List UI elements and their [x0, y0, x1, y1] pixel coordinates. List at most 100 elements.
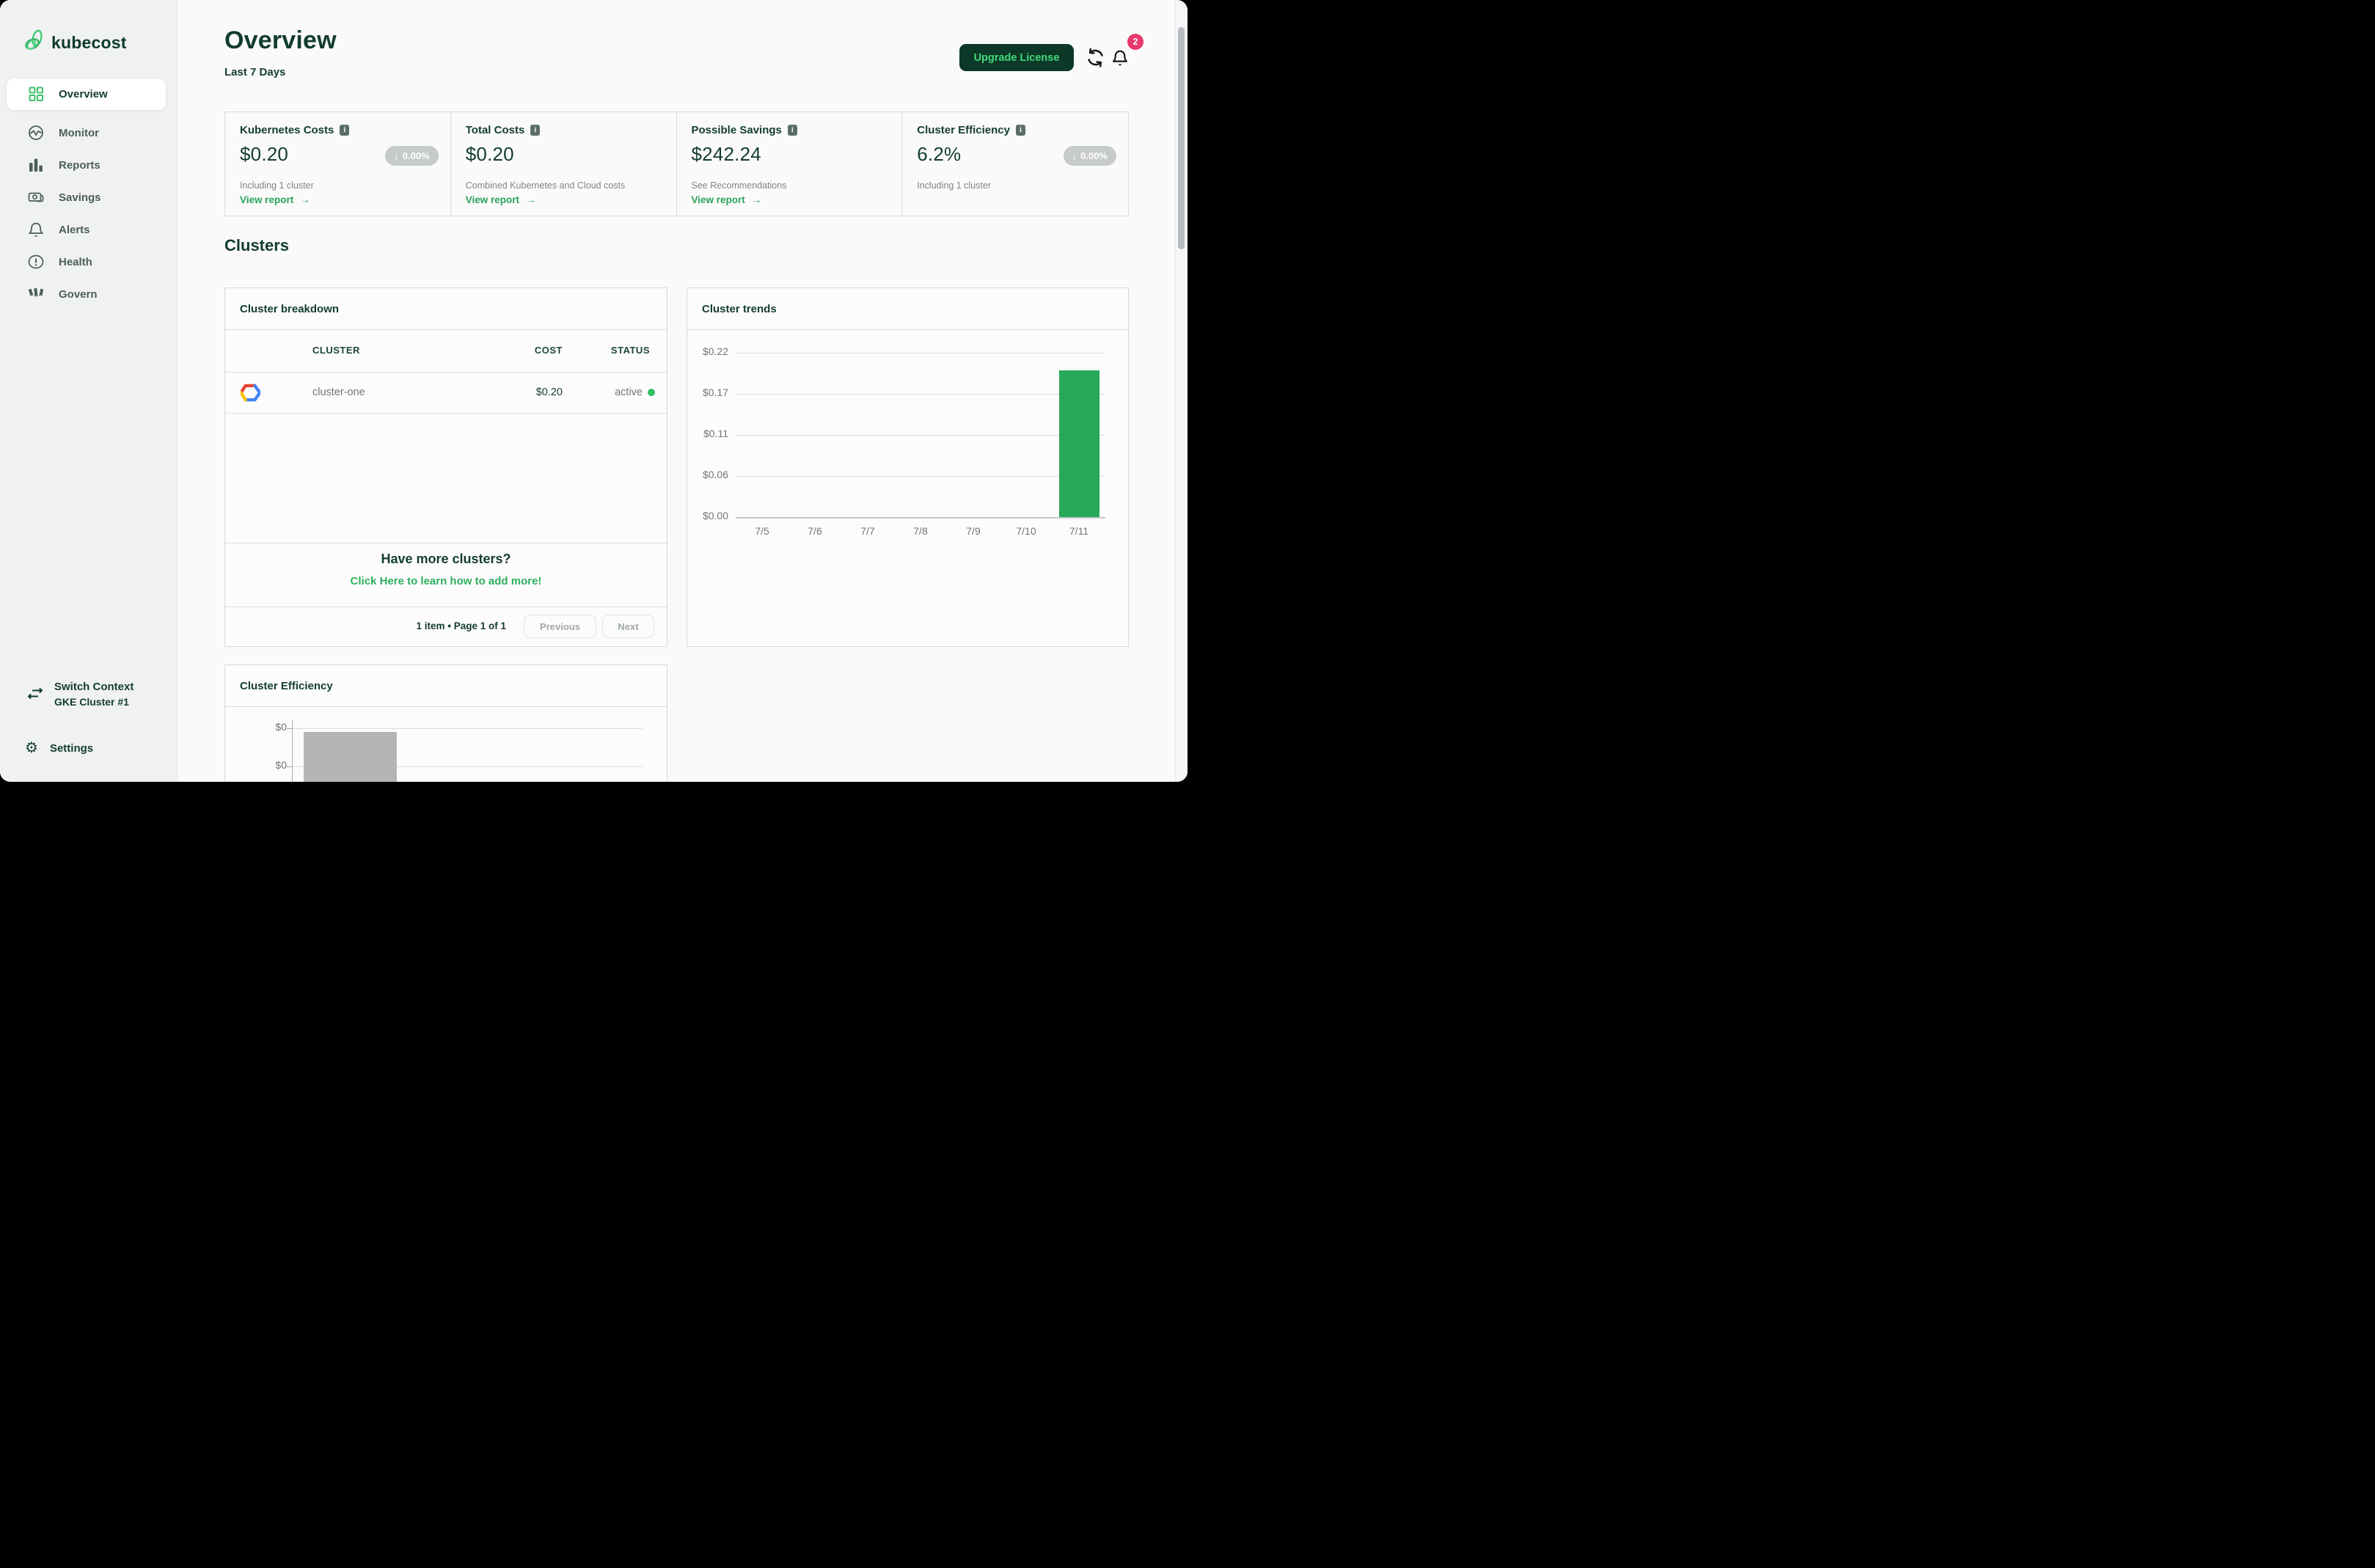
y-axis-tick-label: $0.17	[702, 386, 728, 398]
date-range-label: Last 7 Days	[224, 66, 286, 78]
cluster-cost: $0.20	[535, 386, 563, 398]
grid-icon	[28, 87, 44, 102]
column-header-cluster: CLUSTER	[312, 345, 360, 356]
money-icon	[28, 191, 44, 204]
y-axis-tick-label: $0.11	[703, 428, 728, 439]
sidebar-item-health[interactable]: Health	[0, 246, 178, 278]
sidebar-item-settings[interactable]: ⚙ Settings	[0, 733, 178, 763]
info-icon[interactable]: i	[340, 125, 350, 136]
view-report-link[interactable]: View report →	[692, 194, 762, 205]
monitor-icon	[28, 125, 44, 141]
scrollbar-track[interactable]	[1175, 0, 1188, 782]
cluster-trends-panel: Cluster trends $0.22 $0.17 $0.11 $0.06 $0.00…	[687, 287, 1129, 647]
swap-arrows-icon	[27, 687, 43, 708]
sidebar-item-govern[interactable]: Govern	[0, 278, 178, 310]
delta-pill: ↓ 0.00%	[1063, 146, 1116, 166]
cluster-trends-chart: $0.22 $0.17 $0.11 $0.06 $0.00 7/5 7/6 7/7 7/8 7/9…	[687, 330, 1128, 646]
x-axis-tick-label: 7/7	[860, 525, 875, 537]
card-subtitle: Combined Kubernetes and Cloud costs	[465, 180, 626, 191]
cluster-efficiency-chart: $0 $0	[225, 707, 667, 782]
x-axis-tick-label: 7/10	[1016, 525, 1036, 537]
arrow-right-icon: →	[526, 194, 536, 205]
y-axis-tick-label: $0.00	[702, 510, 728, 521]
logo[interactable]: kubecost	[25, 29, 127, 56]
bar-chart-icon	[28, 158, 44, 172]
panel-title: Cluster Efficiency	[225, 665, 667, 707]
page-title: Overview	[224, 26, 337, 54]
app-window: kubecost Overview Monitor Reports Saving…	[0, 0, 1188, 782]
view-report-link[interactable]: View report →	[466, 194, 536, 205]
arrow-down-icon: ↓	[394, 150, 399, 161]
table-row-cluster-one[interactable]: cluster-one $0.20 active	[225, 372, 667, 414]
cluster-breakdown-panel: Cluster breakdown CLUSTER COST STATUS cl…	[224, 287, 667, 647]
card-title: Cluster Efficiency	[917, 124, 1010, 136]
x-axis-tick-label: 7/5	[755, 525, 769, 537]
sidebar-item-reports[interactable]: Reports	[0, 149, 178, 181]
sidebar-item-label: Settings	[49, 741, 94, 755]
trend-bar-7/11[interactable]	[1058, 370, 1099, 517]
info-icon[interactable]: i	[530, 125, 541, 136]
sidebar-item-label: Govern	[59, 287, 98, 301]
previous-page-button[interactable]: Previous	[524, 615, 596, 638]
switch-context[interactable]: Switch Context GKE Cluster #1	[0, 681, 178, 708]
add-clusters-link[interactable]: Click Here to learn how to add more!	[225, 575, 667, 587]
notifications-bell-icon[interactable]	[1110, 48, 1130, 72]
gridline	[736, 517, 1105, 519]
arrow-down-icon: ↓	[1072, 150, 1077, 161]
sidebar-item-label: Reports	[59, 158, 100, 172]
card-total-costs: Total Costs i $0.20 Combined Kubernetes …	[451, 112, 677, 216]
next-page-button[interactable]: Next	[602, 615, 654, 638]
sidebar-item-monitor[interactable]: Monitor	[0, 117, 178, 149]
y-axis-line	[292, 719, 293, 782]
sidebar-item-label: Overview	[59, 88, 108, 100]
card-kubernetes-costs: Kubernetes Costs i $0.20 ↓ 0.00% Includi…	[225, 112, 451, 216]
sidebar-item-overview[interactable]: Overview	[7, 78, 166, 110]
info-icon[interactable]: i	[1015, 125, 1025, 136]
efficiency-bar[interactable]	[304, 732, 397, 782]
delta-pill: ↓ 0.00%	[385, 146, 439, 166]
pagination-summary: 1 item • Page 1 of 1	[416, 620, 506, 631]
panel-title: Cluster trends	[687, 288, 1128, 330]
y-axis-tick-label: $0	[275, 759, 287, 771]
panel-title: Cluster breakdown	[225, 288, 667, 330]
card-possible-savings: Possible Savings i $242.24 See Recommend…	[677, 112, 903, 216]
switch-context-label: Switch Context	[54, 681, 134, 693]
health-icon	[28, 254, 44, 269]
card-title: Kubernetes Costs	[240, 124, 334, 136]
gcp-provider-icon	[239, 384, 262, 406]
sidebar-item-label: Health	[59, 255, 92, 268]
arrow-right-icon: →	[300, 194, 310, 205]
sidebar-item-label: Savings	[59, 191, 101, 204]
x-axis-tick-label: 7/6	[808, 525, 822, 537]
more-clusters-prompt: Have more clusters?	[381, 552, 511, 566]
logo-text: kubecost	[51, 32, 127, 52]
scrollbar-thumb[interactable]	[1178, 27, 1185, 249]
y-axis-tick-label: $0	[275, 721, 287, 733]
gridline	[736, 476, 1105, 477]
refresh-icon[interactable]	[1085, 47, 1106, 72]
cluster-status: active	[615, 386, 655, 398]
x-axis-tick-label: 7/8	[913, 525, 928, 537]
upgrade-license-button[interactable]: Upgrade License	[959, 44, 1074, 71]
card-value: $242.24	[691, 143, 761, 165]
card-value: $0.20	[465, 143, 514, 165]
card-subtitle: Including 1 cluster	[240, 180, 314, 191]
y-axis-tick-label: $0.22	[702, 345, 728, 357]
gridline	[736, 435, 1105, 436]
card-subtitle: See Recommendations	[691, 180, 787, 191]
card-cluster-efficiency: Cluster Efficiency i 6.2% ↓ 0.00% Includ…	[902, 112, 1128, 216]
notification-count-badge: 2	[1127, 34, 1143, 50]
x-axis-tick-label: 7/9	[966, 525, 981, 537]
sidebar-item-alerts[interactable]: Alerts	[0, 213, 178, 246]
sidebar-item-savings[interactable]: Savings	[0, 181, 178, 213]
column-header-cost: COST	[534, 345, 563, 356]
card-title: Total Costs	[465, 124, 525, 136]
cluster-name: cluster-one	[312, 386, 365, 398]
clusters-section-heading: Clusters	[224, 236, 290, 254]
info-icon[interactable]: i	[787, 125, 797, 136]
x-axis-tick-label: 7/11	[1069, 525, 1089, 537]
bell-icon	[28, 221, 44, 238]
arrow-right-icon: →	[751, 194, 762, 205]
gear-icon: ⚙	[25, 740, 38, 756]
view-report-link[interactable]: View report →	[240, 194, 310, 205]
